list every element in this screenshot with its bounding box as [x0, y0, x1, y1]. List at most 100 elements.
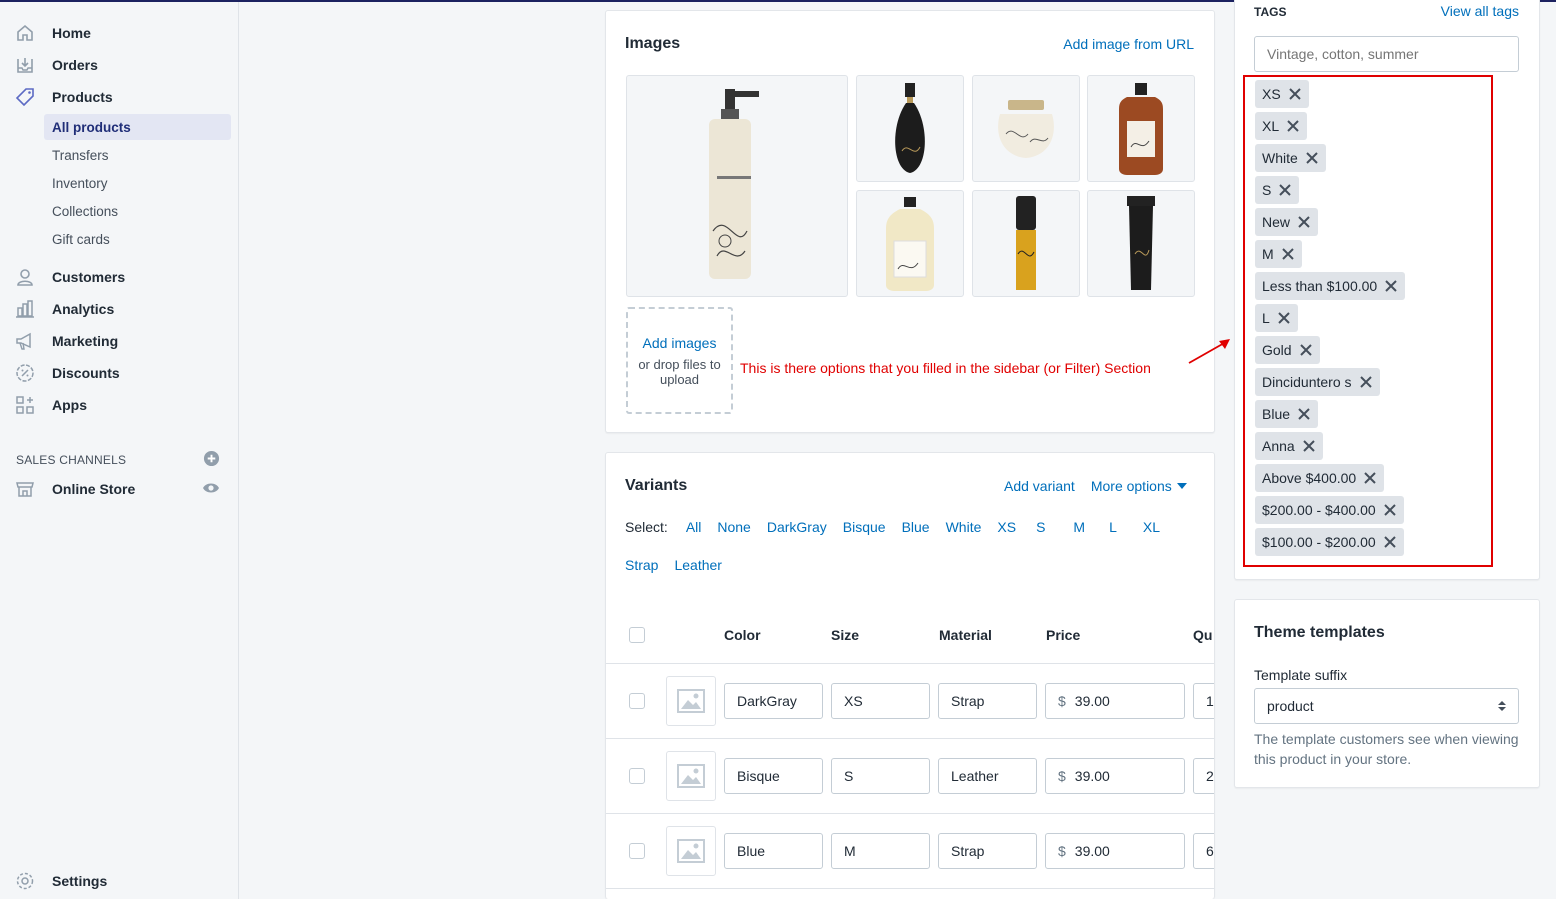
variant-size-input[interactable]: XS: [831, 683, 930, 719]
select-white[interactable]: White: [946, 519, 982, 535]
variant-image-placeholder[interactable]: [666, 751, 716, 801]
nav-settings-label: Settings: [52, 873, 108, 889]
select-s[interactable]: S: [1036, 519, 1045, 535]
price-value: 39.00: [1074, 768, 1110, 784]
sub-collections[interactable]: Collections: [44, 198, 231, 224]
variant-row: Blue M Strap $ 39.00 6: [606, 813, 1214, 888]
variant-size-input[interactable]: M: [831, 833, 930, 869]
sub-inventory[interactable]: Inventory: [44, 170, 231, 196]
annotation-arrow-icon: [1188, 339, 1230, 364]
product-image-6[interactable]: [972, 190, 1080, 297]
template-suffix-value: product: [1267, 698, 1314, 714]
images-title: Images: [625, 35, 681, 52]
variant-quantity-input[interactable]: 6: [1193, 833, 1214, 869]
image-placeholder-icon: [677, 764, 705, 788]
variant-checkbox[interactable]: [629, 693, 645, 709]
analytics-icon: [14, 298, 36, 320]
variant-color-input[interactable]: Bisque: [724, 758, 823, 794]
col-size: Size: [831, 627, 860, 643]
select-all[interactable]: All: [686, 519, 702, 535]
product-image-2[interactable]: [856, 75, 964, 182]
soap-dispenser-icon: [709, 89, 759, 279]
nav-discounts[interactable]: Discounts: [14, 360, 234, 386]
discounts-icon: [14, 362, 36, 384]
sub-all-products[interactable]: All products: [44, 114, 231, 140]
nav-settings[interactable]: Settings: [14, 868, 234, 894]
add-image-from-url-link[interactable]: Add image from URL: [1063, 36, 1194, 52]
variant-image-placeholder[interactable]: [666, 676, 716, 726]
select-darkgray[interactable]: DarkGray: [767, 519, 827, 535]
variant-row: Bisque S Leather $ 39.00 2: [606, 738, 1214, 813]
select-xl[interactable]: XL: [1143, 519, 1160, 535]
select-m[interactable]: M: [1073, 519, 1085, 535]
add-channel-icon[interactable]: [203, 450, 220, 470]
product-image-4[interactable]: [1087, 75, 1195, 182]
variant-quantity-input[interactable]: 2: [1193, 758, 1214, 794]
tags-input[interactable]: [1254, 36, 1519, 72]
variant-image-placeholder[interactable]: [666, 826, 716, 876]
nav-orders[interactable]: Orders: [14, 52, 234, 78]
nav-marketing[interactable]: Marketing: [14, 328, 234, 354]
caret-down-icon: [1176, 483, 1187, 489]
drop-files-hint: or drop files to upload: [638, 356, 721, 387]
price-value: 39.00: [1074, 843, 1110, 859]
variant-material-input[interactable]: Strap: [938, 683, 1037, 719]
eye-icon[interactable]: [202, 481, 220, 498]
variant-price-input[interactable]: $ 39.00: [1045, 683, 1185, 719]
product-image-3[interactable]: [972, 75, 1080, 182]
nav-online-store-label: Online Store: [52, 481, 136, 497]
variant-price-input[interactable]: $ 39.00: [1045, 758, 1185, 794]
variant-row: DarkGray XS Strap $ 39.00 10: [606, 663, 1214, 738]
black-tube-icon: [1127, 195, 1155, 290]
nav-home[interactable]: Home: [14, 20, 234, 46]
nav-customers[interactable]: Customers: [14, 264, 234, 290]
select-bisque[interactable]: Bisque: [843, 519, 886, 535]
variant-quantity-input[interactable]: 10: [1193, 683, 1214, 719]
variant-checkbox[interactable]: [629, 768, 645, 784]
image-dropzone[interactable]: Add images or drop files to upload: [626, 307, 733, 414]
cream-bottle-icon: [886, 196, 934, 291]
variant-checkbox[interactable]: [629, 843, 645, 859]
select-xs[interactable]: XS: [997, 519, 1016, 535]
variants-card: Variants Add variant More options Select…: [605, 452, 1215, 899]
annotation-text: This is there options that you filled in…: [740, 360, 1151, 376]
product-image-main[interactable]: [626, 75, 848, 297]
more-options-dropdown[interactable]: More options: [1091, 478, 1187, 494]
sub-transfers[interactable]: Transfers: [44, 142, 231, 168]
select-blue[interactable]: Blue: [902, 519, 930, 535]
variant-color-input[interactable]: DarkGray: [724, 683, 823, 719]
nav-apps[interactable]: Apps: [14, 392, 234, 418]
marketing-icon: [14, 330, 36, 352]
nav-analytics[interactable]: Analytics: [14, 296, 234, 322]
select-row-2: Strap Leather: [625, 557, 722, 573]
sub-gift-cards[interactable]: Gift cards: [44, 226, 231, 252]
products-tag-icon: [14, 86, 36, 108]
variant-price-input[interactable]: $ 39.00: [1045, 833, 1185, 869]
product-image-5[interactable]: [856, 190, 964, 297]
view-all-tags-link[interactable]: View all tags: [1441, 3, 1519, 19]
add-variant-link[interactable]: Add variant: [1004, 478, 1075, 494]
select-label: Select:: [625, 519, 668, 535]
variant-size-input[interactable]: S: [831, 758, 930, 794]
currency-symbol: $: [1058, 768, 1066, 784]
sales-channels-header: SALES CHANNELS: [16, 450, 220, 470]
select-strap[interactable]: Strap: [625, 557, 658, 573]
select-all-checkbox[interactable]: [629, 627, 645, 643]
variants-title: Variants: [625, 477, 688, 494]
add-images-link[interactable]: Add images: [643, 335, 717, 351]
variant-material-input[interactable]: Strap: [938, 833, 1037, 869]
variant-color-input[interactable]: Blue: [724, 833, 823, 869]
col-color: Color: [724, 627, 761, 643]
variant-material-input[interactable]: Leather: [938, 758, 1037, 794]
amber-bottle-icon: [1119, 82, 1163, 175]
nav-customers-label: Customers: [52, 269, 126, 285]
template-suffix-select[interactable]: product: [1254, 688, 1519, 724]
currency-symbol: $: [1058, 843, 1066, 859]
select-l[interactable]: L: [1109, 519, 1117, 535]
nav-online-store[interactable]: Online Store: [14, 476, 220, 502]
nav-products[interactable]: Products: [14, 84, 234, 110]
select-leather[interactable]: Leather: [674, 557, 721, 573]
select-row-1: Select: All None DarkGray Bisque Blue Wh…: [625, 519, 1160, 535]
select-none[interactable]: None: [717, 519, 750, 535]
product-image-7[interactable]: [1087, 190, 1195, 297]
